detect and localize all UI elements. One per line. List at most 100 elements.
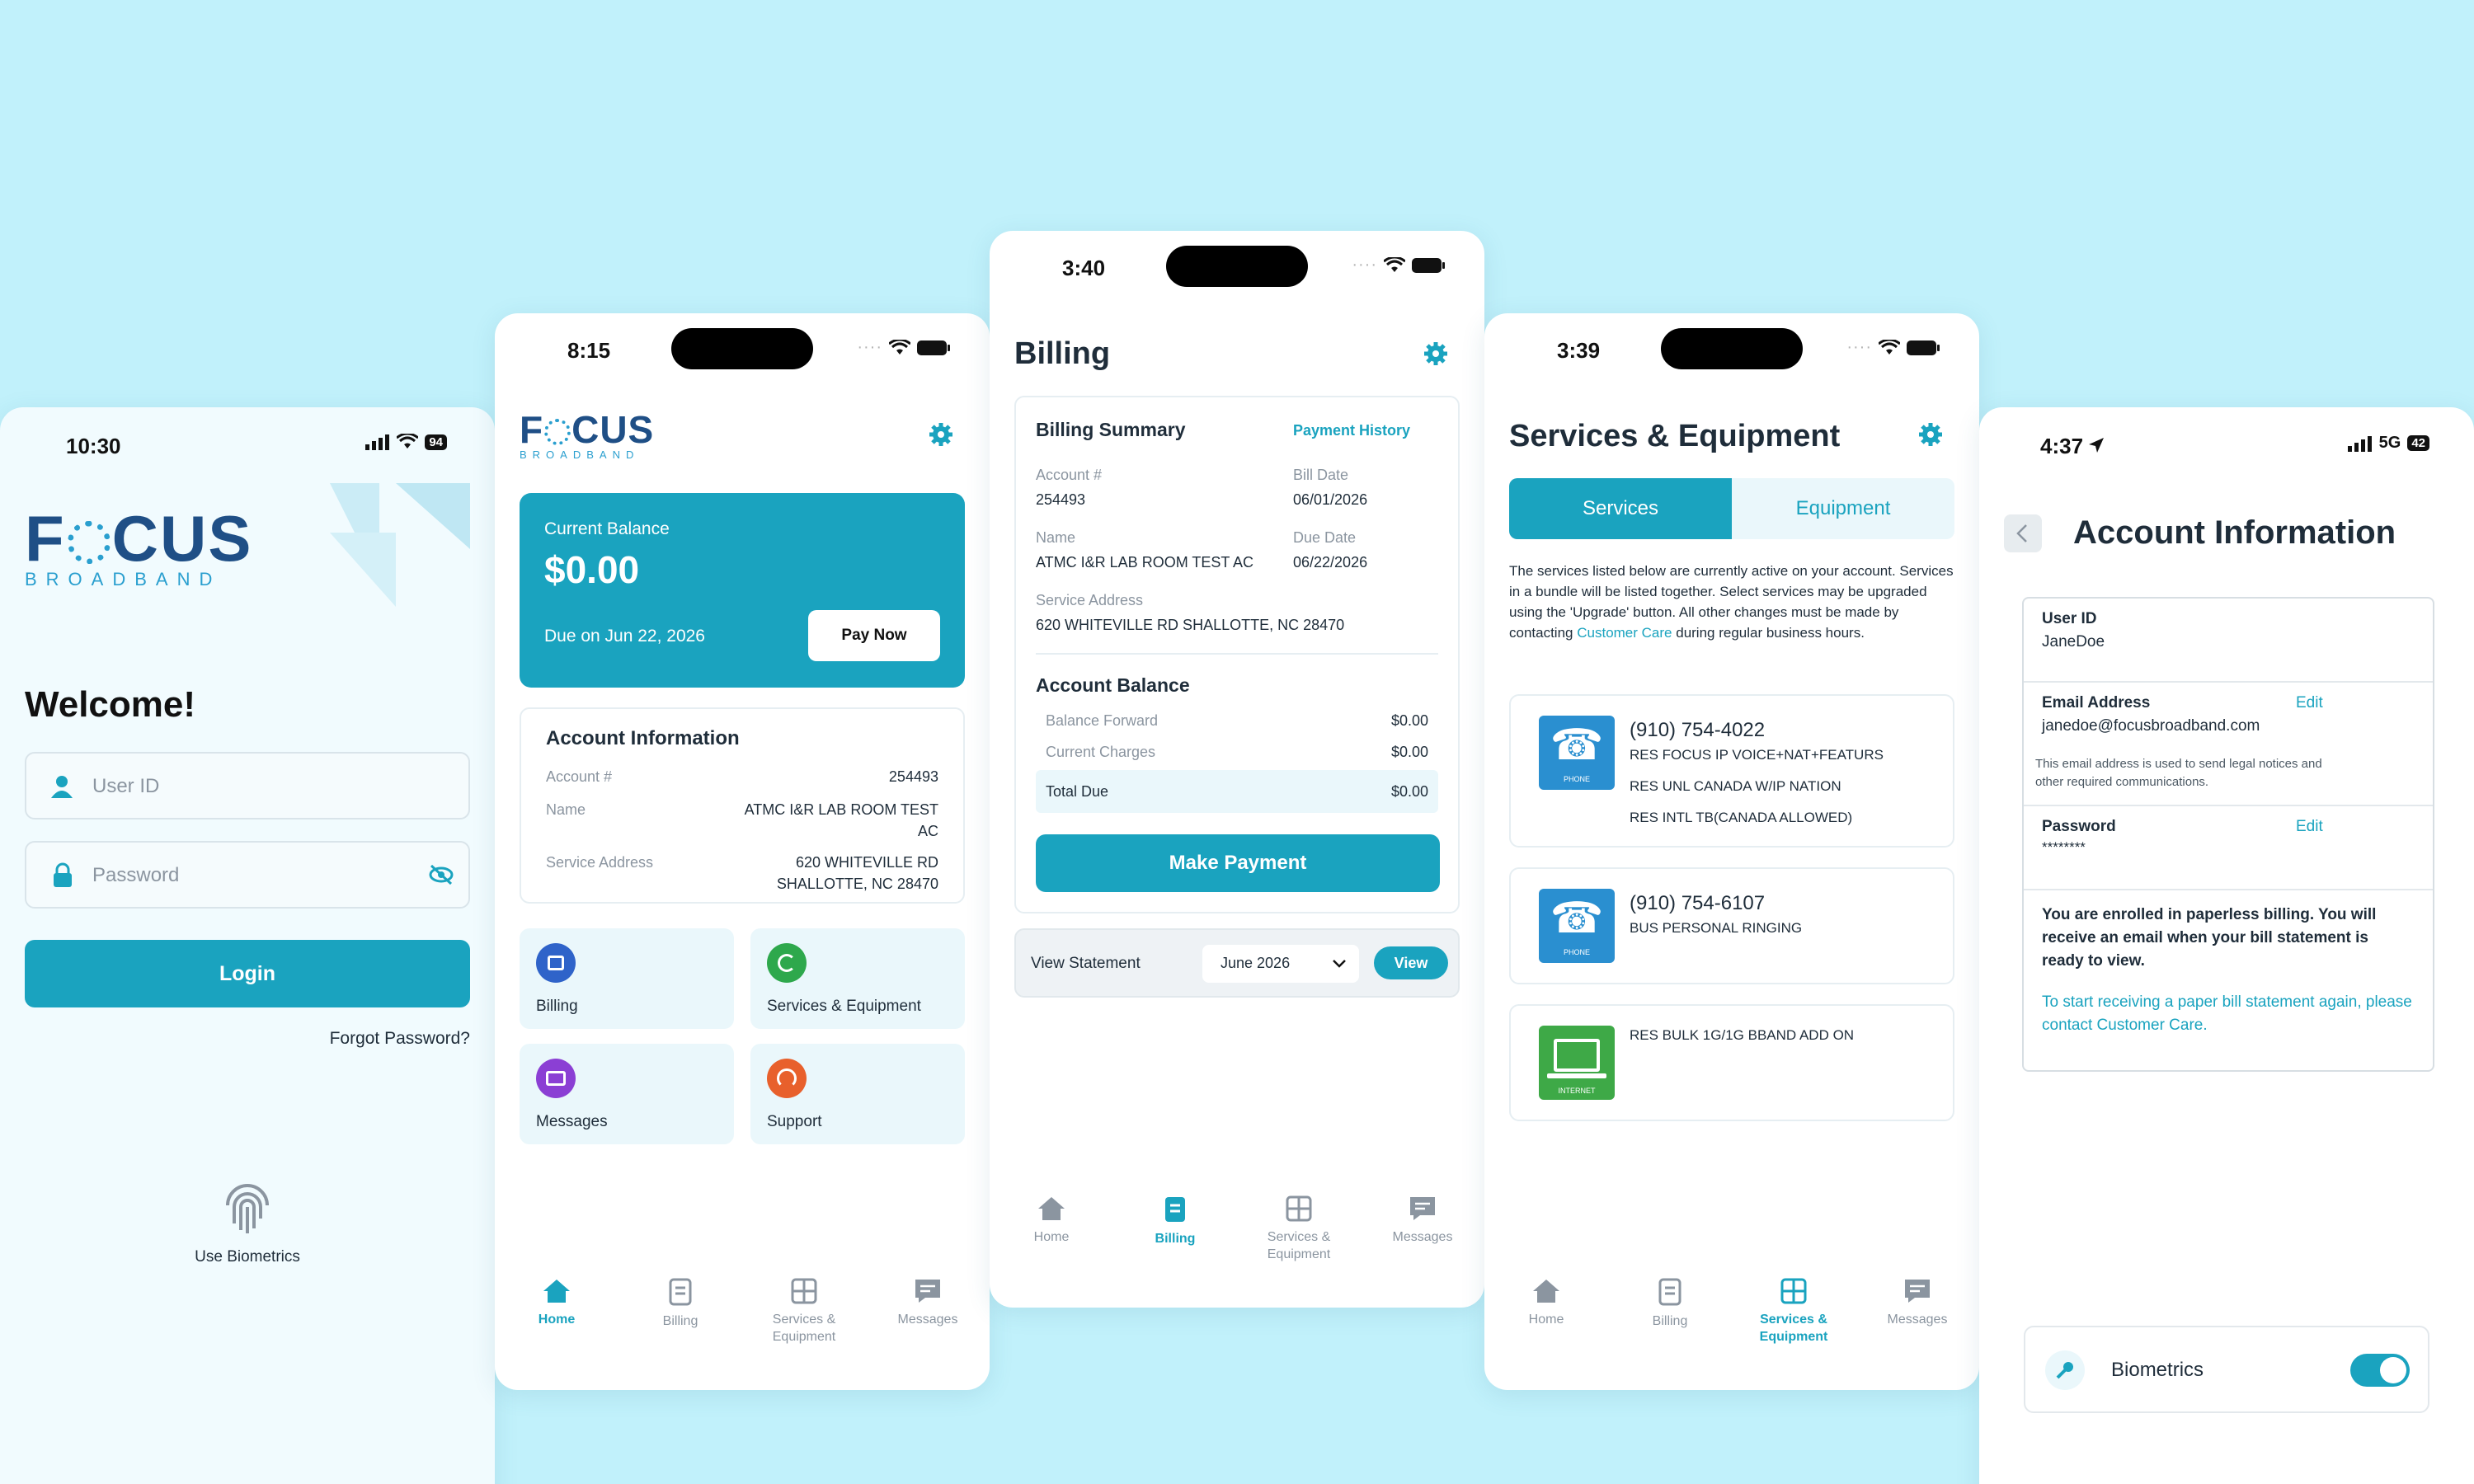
nav-messages[interactable]: Messages	[1860, 1278, 1975, 1390]
eye-slash-icon[interactable]	[429, 864, 454, 885]
tab-services[interactable]: Services	[1509, 478, 1732, 539]
tile-support-label: Support	[767, 1113, 822, 1130]
customer-care-link[interactable]: Customer Care.	[2097, 1017, 2208, 1034]
service-card[interactable]: ☎ PHONE (910) 754-6107 BUS PERSONAL RING…	[1509, 867, 1954, 984]
due-date-text: Due on Jun 22, 2026	[544, 627, 705, 646]
nav-home[interactable]: Home	[499, 1278, 614, 1390]
dynamic-island	[1661, 328, 1803, 369]
service-card[interactable]: ☎ PHONE (910) 754-4022 RES FOCUS IP VOIC…	[1509, 694, 1954, 848]
balance-forward-value: $0.00	[1390, 712, 1428, 729]
chevron-down-icon	[1333, 960, 1346, 968]
wifi-icon	[1879, 339, 1900, 355]
settings-gear-icon[interactable]	[929, 422, 953, 447]
tile-billing[interactable]: Billing	[520, 928, 734, 1029]
customer-care-link[interactable]: Customer Care	[1577, 625, 1672, 641]
view-statement-label: View Statement	[1031, 955, 1141, 972]
nav-services[interactable]: Services & Equipment	[1241, 1195, 1357, 1308]
tile-messages-label: Messages	[536, 1113, 608, 1130]
tile-support[interactable]: Support	[750, 1044, 965, 1144]
decorative-shapes	[330, 483, 470, 607]
nav-messages[interactable]: Messages	[870, 1278, 985, 1390]
account-balance-title: Account Balance	[1036, 674, 1190, 696]
nav-home[interactable]: Home	[1489, 1278, 1604, 1390]
pay-now-button[interactable]: Pay Now	[808, 610, 940, 661]
statement-bar: View Statement June 2026 View	[1014, 928, 1460, 998]
nav-billing[interactable]: Billing	[623, 1278, 738, 1390]
nav-billing[interactable]: Billing	[1117, 1195, 1233, 1308]
login-button[interactable]: Login	[25, 940, 470, 1007]
biometrics-label: Biometrics	[2111, 1359, 2204, 1381]
nav-services-label: Services &	[1267, 1230, 1331, 1244]
use-biometrics-label[interactable]: Use Biometrics	[0, 1248, 495, 1266]
nav-services[interactable]: Services & Equipment	[1736, 1278, 1851, 1390]
nav-billing-label: Billing	[1652, 1314, 1688, 1328]
forgot-password-link[interactable]: Forgot Password?	[330, 1029, 470, 1049]
focus-logo: F CUS BROADBAND	[520, 411, 654, 461]
message-icon	[1410, 1197, 1435, 1220]
biometrics-toggle[interactable]	[2350, 1354, 2410, 1387]
nav-billing-label: Billing	[1155, 1232, 1196, 1246]
account-info-card: User ID JaneDoe Email Address Edit janed…	[2022, 597, 2434, 1072]
email-note: This email address is used to send legal…	[2035, 757, 2322, 789]
nav-services[interactable]: Services & Equipment	[746, 1278, 862, 1390]
statement-month-select[interactable]: June 2026	[1202, 945, 1359, 983]
service-address-label: Service Address	[546, 854, 654, 871]
name-value: ATMC I&R LAB ROOM TEST	[744, 801, 938, 818]
name-label: Name	[546, 801, 586, 818]
battery-icon	[917, 340, 950, 355]
email-edit-link[interactable]: Edit	[2296, 694, 2323, 712]
service-line: RES UNL CANADA W/IP NATION	[1630, 778, 1841, 794]
nav-billing[interactable]: Billing	[1612, 1278, 1728, 1390]
battery-icon	[1412, 257, 1445, 273]
paper-bill-notice: To start receiving a paper bill statemen…	[2042, 991, 2421, 1037]
name-value: ATMC I&R LAB ROOM TEST AC	[1036, 554, 1254, 571]
password-input[interactable]: Password	[25, 841, 470, 909]
nav-messages[interactable]: Messages	[1365, 1195, 1480, 1308]
dynamic-island	[1166, 246, 1308, 287]
page-title: Billing	[1014, 336, 1111, 371]
service-card[interactable]: INTERNET RES BULK 1G/1G BBAND ADD ON	[1509, 1004, 1954, 1121]
welcome-heading: Welcome!	[25, 684, 196, 725]
userid-input[interactable]: User ID	[25, 752, 470, 819]
status-time: 3:40	[1062, 256, 1106, 280]
service-number: (910) 754-6107	[1630, 892, 1766, 914]
tile-services-label: Services & Equipment	[767, 998, 921, 1015]
nav-services-label-line2: Equipment	[1759, 1330, 1828, 1344]
internet-icon-label: INTERNET	[1558, 1087, 1596, 1095]
wifi-icon	[1384, 256, 1405, 272]
name-label: Name	[1036, 529, 1076, 546]
tile-messages[interactable]: Messages	[520, 1044, 734, 1144]
view-button[interactable]: View	[1374, 946, 1448, 979]
settings-gear-icon[interactable]	[1423, 341, 1448, 366]
status-icons: 5G 42	[2347, 434, 2429, 453]
divider	[1036, 653, 1438, 655]
status-time: 10:30	[66, 434, 121, 458]
document-icon	[669, 1278, 692, 1306]
message-icon	[915, 1280, 940, 1303]
settings-gear-icon[interactable]	[1918, 422, 1943, 447]
tab-equipment[interactable]: Equipment	[1732, 478, 1954, 539]
payment-history-link[interactable]: Payment History	[1293, 422, 1410, 439]
internet-icon: INTERNET	[1539, 1026, 1615, 1100]
nav-home-label: Home	[1528, 1313, 1564, 1327]
bill-date-label: Bill Date	[1293, 467, 1349, 483]
wifi-icon	[889, 339, 910, 355]
service-address-value-line2: SHALLOTTE, NC 28470	[776, 876, 938, 892]
divider	[2024, 889, 2433, 890]
userid-placeholder: User ID	[92, 775, 160, 797]
fingerprint-icon[interactable]	[218, 1182, 277, 1237]
tile-services-equipment[interactable]: Services & Equipment	[750, 928, 965, 1029]
status-bar: 8:15 ····	[495, 313, 990, 387]
signal-icon	[2347, 435, 2372, 452]
message-icon	[1905, 1280, 1930, 1303]
grid-icon	[791, 1278, 817, 1304]
grid-icon	[1286, 1195, 1312, 1222]
back-button[interactable]	[2004, 514, 2042, 552]
nav-services-label: Services &	[1760, 1313, 1827, 1327]
password-edit-link[interactable]: Edit	[2296, 818, 2323, 836]
mail-icon	[536, 1059, 576, 1098]
phone-icon: ☎ PHONE	[1539, 889, 1615, 963]
make-payment-button[interactable]: Make Payment	[1036, 834, 1440, 892]
nav-home[interactable]: Home	[994, 1195, 1109, 1308]
total-due-label: Total Due	[1046, 783, 1109, 800]
